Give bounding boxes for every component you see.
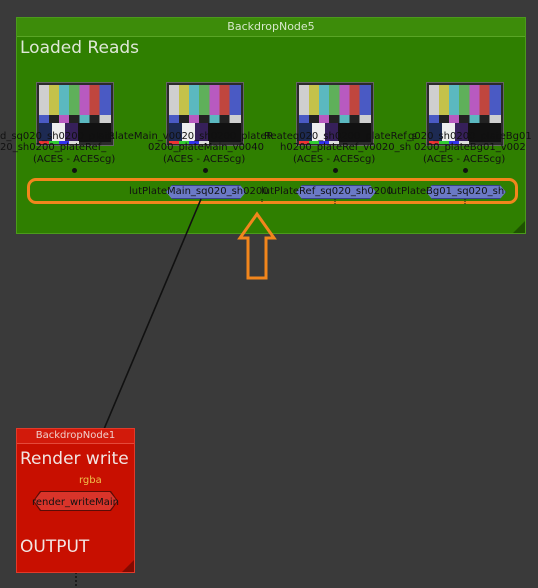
channel-label: rgba [79,475,102,486]
backdrop-title: Render write [20,449,129,469]
write-node-label: render_writeMain [31,497,119,508]
backdrop-output-label: OUTPUT [20,537,90,557]
resize-handle[interactable] [122,560,134,572]
backdrop-header: BackdropNode1 [17,429,134,444]
up-arrow-icon [237,211,277,280]
